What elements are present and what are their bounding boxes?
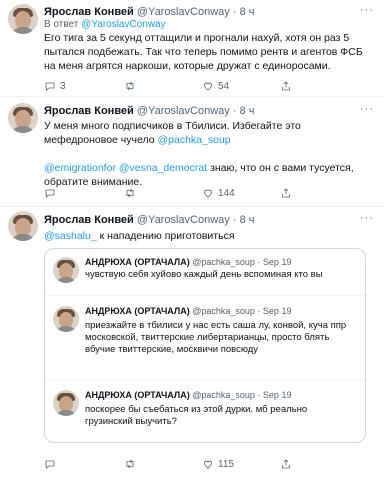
- retweet-icon: [126, 459, 134, 469]
- share-button[interactable]: [280, 458, 292, 470]
- like-count: 115: [218, 458, 234, 470]
- reply-context: В ответ @YaroslavConway: [44, 19, 166, 30]
- avatar[interactable]: [53, 257, 79, 283]
- share-button[interactable]: [280, 187, 292, 199]
- tweet-actions: 115: [44, 458, 344, 472]
- quoted-author-name[interactable]: АНДРЮХА (ОРТАЧАЛА): [85, 390, 190, 400]
- tweet-time[interactable]: 8 ч: [240, 6, 255, 18]
- retweet-button[interactable]: [124, 187, 140, 199]
- tweet-header: Ярослав Конвей @YaroslavConway · 8 ч: [44, 105, 255, 117]
- reply-count: 3: [60, 80, 66, 92]
- quoted-author-name[interactable]: АНДРЮХА (ОРТАЧАЛА): [85, 306, 190, 316]
- tweet-text: @sashalu_ к нападению приготовиться: [44, 230, 235, 242]
- tweet-header: Ярослав Конвей @YaroslavConway · 8 ч: [44, 214, 255, 226]
- tweet-text: Его тига за 5 секунд оттащили и прогнали…: [44, 32, 363, 72]
- heart-icon: [204, 189, 212, 198]
- quoted-header: АНДРЮХА (ОРТАЧАЛА) @pachka_soup · Sep 19: [85, 257, 291, 267]
- more-icon[interactable]: ···: [360, 4, 374, 16]
- quoted-author-handle[interactable]: @pachka_soup · Sep 19: [192, 257, 291, 267]
- avatar[interactable]: [53, 306, 79, 332]
- more-icon[interactable]: ···: [360, 212, 374, 224]
- share-button[interactable]: [280, 80, 292, 92]
- author-handle[interactable]: @YaroslavConway: [137, 105, 230, 117]
- mention-link[interactable]: @pachka_soup: [158, 134, 231, 146]
- like-button[interactable]: 54: [202, 80, 229, 92]
- author-name[interactable]: Ярослав Конвей: [44, 6, 134, 18]
- like-button[interactable]: 115: [202, 458, 234, 470]
- share-icon: [282, 188, 290, 198]
- tweet-time[interactable]: 8 ч: [240, 105, 255, 117]
- reply-button[interactable]: [44, 458, 60, 470]
- mention-link[interactable]: @sashalu_: [44, 230, 97, 242]
- author-name[interactable]: Ярослав Конвей: [44, 214, 134, 226]
- avatar[interactable]: [8, 4, 38, 34]
- quoted-author-name[interactable]: АНДРЮХА (ОРТАЧАЛА): [85, 257, 190, 267]
- tweet-actions: 3 54: [44, 80, 344, 94]
- reply-icon: [45, 82, 55, 91]
- more-icon[interactable]: ···: [360, 103, 374, 115]
- tweet-2[interactable]: Ярослав Конвей @YaroslavConway · 8 ч ···…: [0, 97, 384, 205]
- mention-link[interactable]: @vesna_democrat: [119, 162, 207, 174]
- like-count: 144: [218, 187, 235, 199]
- reply-to-link[interactable]: @YaroslavConway: [81, 19, 165, 30]
- quoted-tweet-1[interactable]: АНДРЮХА (ОРТАЧАЛА) @pachka_soup · Sep 19…: [45, 249, 365, 295]
- reply-button[interactable]: [44, 187, 60, 199]
- avatar[interactable]: [8, 103, 38, 133]
- quoted-header: АНДРЮХА (ОРТАЧАЛА) @pachka_soup · Sep 19: [85, 390, 291, 400]
- quoted-author-handle[interactable]: @pachka_soup · Sep 19: [192, 306, 291, 316]
- avatar[interactable]: [8, 211, 38, 241]
- retweet-icon: [126, 188, 134, 198]
- quoted-text: чувствую себя хуйово каждый день вспомин…: [85, 269, 323, 280]
- author-handle[interactable]: @YaroslavConway: [137, 214, 230, 226]
- mention-link[interactable]: @emigrationfor: [44, 162, 116, 174]
- like-button[interactable]: 144: [202, 187, 235, 199]
- author-name[interactable]: Ярослав Конвей: [44, 105, 134, 117]
- heart-icon: [204, 82, 212, 91]
- retweet-icon: [126, 81, 134, 91]
- quoted-tweets-card[interactable]: АНДРЮХА (ОРТАЧАЛА) @pachka_soup · Sep 19…: [44, 248, 366, 443]
- like-count: 54: [218, 80, 230, 92]
- quoted-author-handle[interactable]: @pachka_soup · Sep 19: [192, 390, 291, 400]
- quoted-text: приезжайте в тбилиси у нас есть саша лу,…: [85, 320, 347, 355]
- quoted-header: АНДРЮХА (ОРТАЧАЛА) @pachka_soup · Sep 19: [85, 306, 291, 316]
- retweet-button[interactable]: [124, 458, 140, 470]
- quoted-text: поскорее бы съебаться из этой дурки. мб …: [85, 404, 308, 427]
- reply-icon: [45, 189, 55, 198]
- tweet-header: Ярослав Конвей @YaroslavConway · 8 ч: [44, 6, 255, 18]
- tweet-text: У меня много подписчиков в Тбилиси. Избе…: [44, 120, 354, 188]
- author-handle[interactable]: @YaroslavConway: [137, 6, 230, 18]
- share-icon: [282, 81, 290, 91]
- reply-button[interactable]: 3: [44, 80, 66, 92]
- tweet-time[interactable]: 8 ч: [240, 214, 255, 226]
- tweet-1[interactable]: Ярослав Конвей @YaroslavConway · 8 ч ···…: [0, 0, 384, 96]
- avatar[interactable]: [53, 390, 79, 416]
- share-icon: [282, 459, 290, 469]
- reply-icon: [45, 460, 55, 469]
- heart-icon: [204, 460, 212, 469]
- quoted-tweet-2[interactable]: АНДРЮХА (ОРТАЧАЛА) @pachka_soup · Sep 19…: [45, 296, 365, 378]
- tweet-actions: 144: [44, 187, 344, 201]
- retweet-button[interactable]: [124, 80, 140, 92]
- quoted-tweet-3[interactable]: АНДРЮХА (ОРТАЧАЛА) @pachka_soup · Sep 19…: [45, 380, 365, 442]
